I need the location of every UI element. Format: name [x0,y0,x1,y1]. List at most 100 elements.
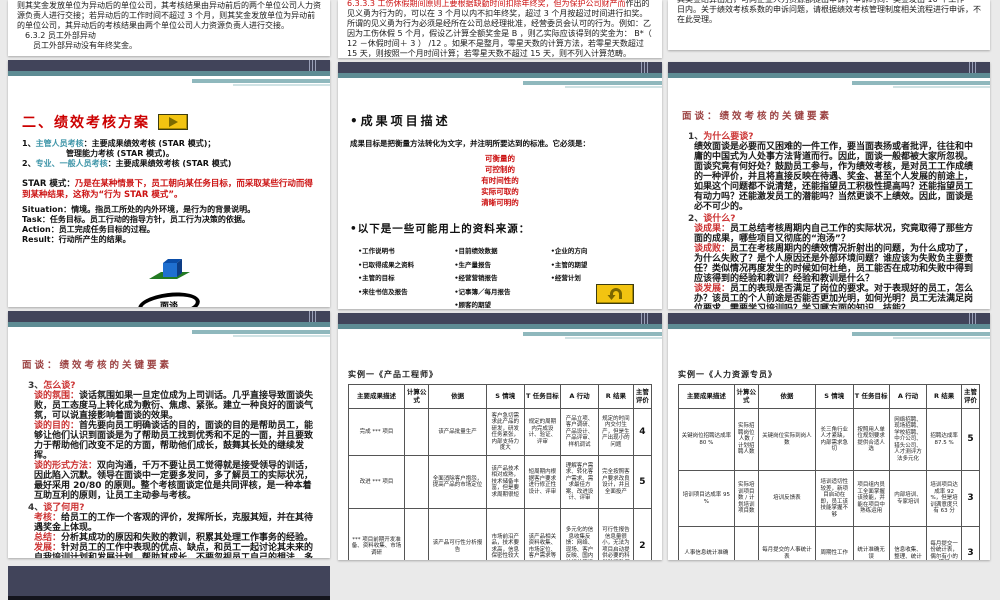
source-column-1: •工作说明书 •已取得成果之资料 •主管的目标 •来往书信及报告 [358,245,454,309]
source-item: •企业的方向 [551,245,647,259]
slide-template-header [8,311,330,337]
u-turn-arrow-icon[interactable] [596,284,634,304]
question-number: 4、 [28,503,43,513]
meaning: 员工完成任务目标的过程。 [59,225,155,234]
cell: 该产品相关资料收集、市场定位、客户需求等 [524,509,560,561]
cell: 项目组内员工全面掌握该技能，并能在项目中熟练运用 [853,471,889,527]
question-text: 怎么谈? [43,381,75,391]
template-navy-bar [668,313,990,324]
table-row: 完成 *** 项目 该产品批量生产 客户急切需求此产品的研发，研发任务紧张，内部… [349,409,652,456]
meaning: 任务目标。员工行动的指导方针，员工行为决策的依据。 [50,215,250,224]
source-item: •工作说明书 [358,245,454,259]
page-9-body: 实例一《人力资源专员》 主要成果描述 计算公式 依据 S 情境 T 任务目标 A… [668,339,990,560]
cell: 每月提交一份统计表，偶尔有小的错误 [927,527,962,561]
column-header: R 结果 [598,385,633,409]
question-text: 谈了何用? [43,503,84,513]
page-2-injury-leave-rule: 6.3.3.3 工伤休假期间原则上要根据缺勤时间扣除年终奖，但为保护公司财产而作… [338,0,662,58]
column-header: 计算公式 [734,385,758,409]
cell: 规定的周期内完成设计、验证、评审 [524,409,560,456]
item-text: ：主要成果绩效考核 (STAR 模式) [108,159,232,168]
cell: 该产品技术相对成熟，技术储备丰富，但是要求周期很短 [486,456,524,509]
source-item: •经营营销报告 [454,272,550,286]
item-link[interactable]: 专业、一般人员考核 [36,159,108,168]
paragraph: 日内。关于绩效考核系数的申诉问题，请根据绩效考核管理制度相关流程进行申诉，不 [677,5,981,15]
page-8-body: 实例一《产品工程师》 主要成果描述 计算公式 依据 S 情境 T 任务目标 A … [338,339,662,560]
cell: 培训适切性较差，新项目启动在即，员工该技能掌握不够 [815,471,853,527]
question-text: 为什么要谈? [703,132,753,142]
question-number: 2、 [688,214,703,224]
slide-grid-viewer: { "colors": { "background": "#eaeaea", "… [0,0,1000,600]
definition-line: Situation：情境。指员工所处的内外环境，是行为的背景说明。 [22,205,316,215]
template-stripes-decoration [967,313,978,324]
cell: 信息收集、整理、统计 [889,527,927,561]
page-3-appeal-rule: 其奖金结算出后，可向企业人力资源部提出申诉；申诉时间：奖金发出 10 个工作 日… [668,0,990,50]
item-number: 2、 [22,159,36,168]
column-header: 计算公式 [405,385,429,409]
template-stripes-decoration [639,62,650,73]
term: Action： [22,225,59,234]
page-4-body: 二、绩效考核方案 1、主管人员考核：主要成果绩效考核 (STAR 模式)； 管理… [8,86,330,307]
definition-line: Result：行动所产生的结果。 [22,235,316,245]
page-9-example-hr-specialist: 实例一《人力资源专员》 主要成果描述 计算公式 依据 S 情境 T 任务目标 A… [668,313,990,560]
labeled-paragraph: 谈成果：员工总结考核周期内自己工作的实际状况，究竟取得了那些方面的成果，哪些项目… [682,224,976,244]
topic-text: 分析其成功的原因和失败的教训，积累其处理工作事务的经验。 [61,533,313,543]
definition-line: Action：员工完成任务目标的过程。 [22,225,316,235]
interview-ellipse-stamp[interactable]: 面谈 [137,289,201,307]
appraisal-type-list: 1、主管人员考核：主要成果绩效考核 (STAR 模式)； 管理能力考核 (STA… [22,139,316,169]
slide-template-header [668,313,990,339]
cell: 短周期内根据客户要求进行修正性设计、评审 [524,456,560,509]
source-item: •目前绩效数据 [454,245,550,259]
paragraph: 在此受理。 [677,15,981,25]
topic-label: 考核： [34,513,61,523]
source-item: •已取得成果之资料 [358,259,454,273]
star-model-definition: STAR 模式：乃是在某种情景下，员工朝向某任务目标，而采取某些行动而得到某种结… [22,179,316,200]
page-6-body: 面谈：绩效考核的关键要素 1、为什么要谈? 绩效面谈是必要而又困难的一件工作，要… [668,88,990,309]
page-1-bonus-transfer: 则其奖金发放单位为异动后的单位公司，其考核结果由异动前后的两个单位公司人力资源负… [8,0,330,56]
criteria-item: 有时间性的 [350,175,650,186]
cell: 关键岗位实际到岗人数 [758,409,815,471]
slide-template-header [8,60,330,86]
paragraph: 员工外部异动没有年终奖金。 [17,41,321,51]
cell: 每月提交的人事统计表 [758,527,815,561]
cell: 内部培训、专家培训 [889,471,927,527]
paragraph: 面谈究竟有何好处？鼓励员工参与，作为绩效考核，是对员工工作成绩的一种评价，并且将… [682,162,976,212]
cell: 人事信息统计准确 [679,527,735,561]
template-stripes-decoration [307,60,318,71]
criteria-item: 可衡量的 [350,153,650,164]
template-navy-bar [338,62,662,73]
table-row: 培训项目达成率 95 % 实际培训项目数 / 计划培训项目数 培训反馈表 培训适… [679,471,980,527]
page-10-partial [8,566,330,600]
cell: 可行性报告信息量很小，无法为项目启动提供必要的科学验证数据 [598,509,633,561]
page-1-text: 则其奖金发放单位为异动后的单位公司，其考核结果由异动前后的两个单位公司人力资源负… [8,1,330,51]
table-header-row: 主要成果描述 计算公式 依据 S 情境 T 任务目标 A 行动 R 结果 主管评… [679,385,980,409]
cell: *** 项目前期开发准备、资料收集、市场调研 [349,509,405,561]
page-title: 二、绩效考核方案 [22,112,150,132]
rule-body: 作出的见义勇为行为的，可以在 3 个月以内不扣年终奖，超过 3 个月按超过时间进… [347,0,652,58]
template-step-band [852,332,990,336]
item-link[interactable]: 主管人员考核 [36,139,84,148]
table-row: *** 项目前期开发准备、资料收集、市场调研 该产品可行性分析报告 市场前沿产品… [349,509,652,561]
cell: 按照用人单位规划要求提供合适人选 [853,409,889,471]
cell: 关键岗位招聘达成率 80 % [679,409,735,471]
template-teal-bar [8,322,330,327]
template-navy-bar [338,313,662,324]
topic-label: 谈发展： [694,284,730,294]
template-navy-bar [8,60,330,71]
column-header: T 任务目标 [853,385,889,409]
template-teal-bar [338,324,662,329]
template-navy-bar [668,62,990,73]
table-row: 关键岗位招聘达成率 80 % 实际招聘岗位人数 / 计划招聘人数 关键岗位实际到… [679,409,980,471]
list-item: 2、专业、一般人员考核：主要成果绩效考核 (STAR 模式) [22,159,316,169]
column-header: 主要成果描述 [679,385,735,409]
topic-text: 员工在考核周期内的绩效情况折射出的问题，为什么成功了，为什么失败了？是个人原因还… [694,244,973,284]
page-7-interview-keys-2: 面谈：绩效考核的关键要素 3、怎么谈? 谈的氛围：谈话氛围如果一旦定位成为上司训… [8,311,330,558]
play-icon[interactable] [158,114,188,130]
template-step-band [852,81,990,85]
question-heading: 4、谈了何用? [22,503,316,513]
page-title: 面谈：绩效考核的关键要素 [682,108,976,122]
topic-text: 给员工的工作一个客观的评价，发挥所长，克服其短，并在其待遇奖金上体现。 [34,513,313,533]
topic-label: 谈成败： [694,244,730,254]
star-table-engineer: 主要成果描述 计算公式 依据 S 情境 T 任务目标 A 行动 R 结果 主管评… [348,384,652,560]
topic-label: 谈成果： [694,224,730,234]
cell [734,527,758,561]
